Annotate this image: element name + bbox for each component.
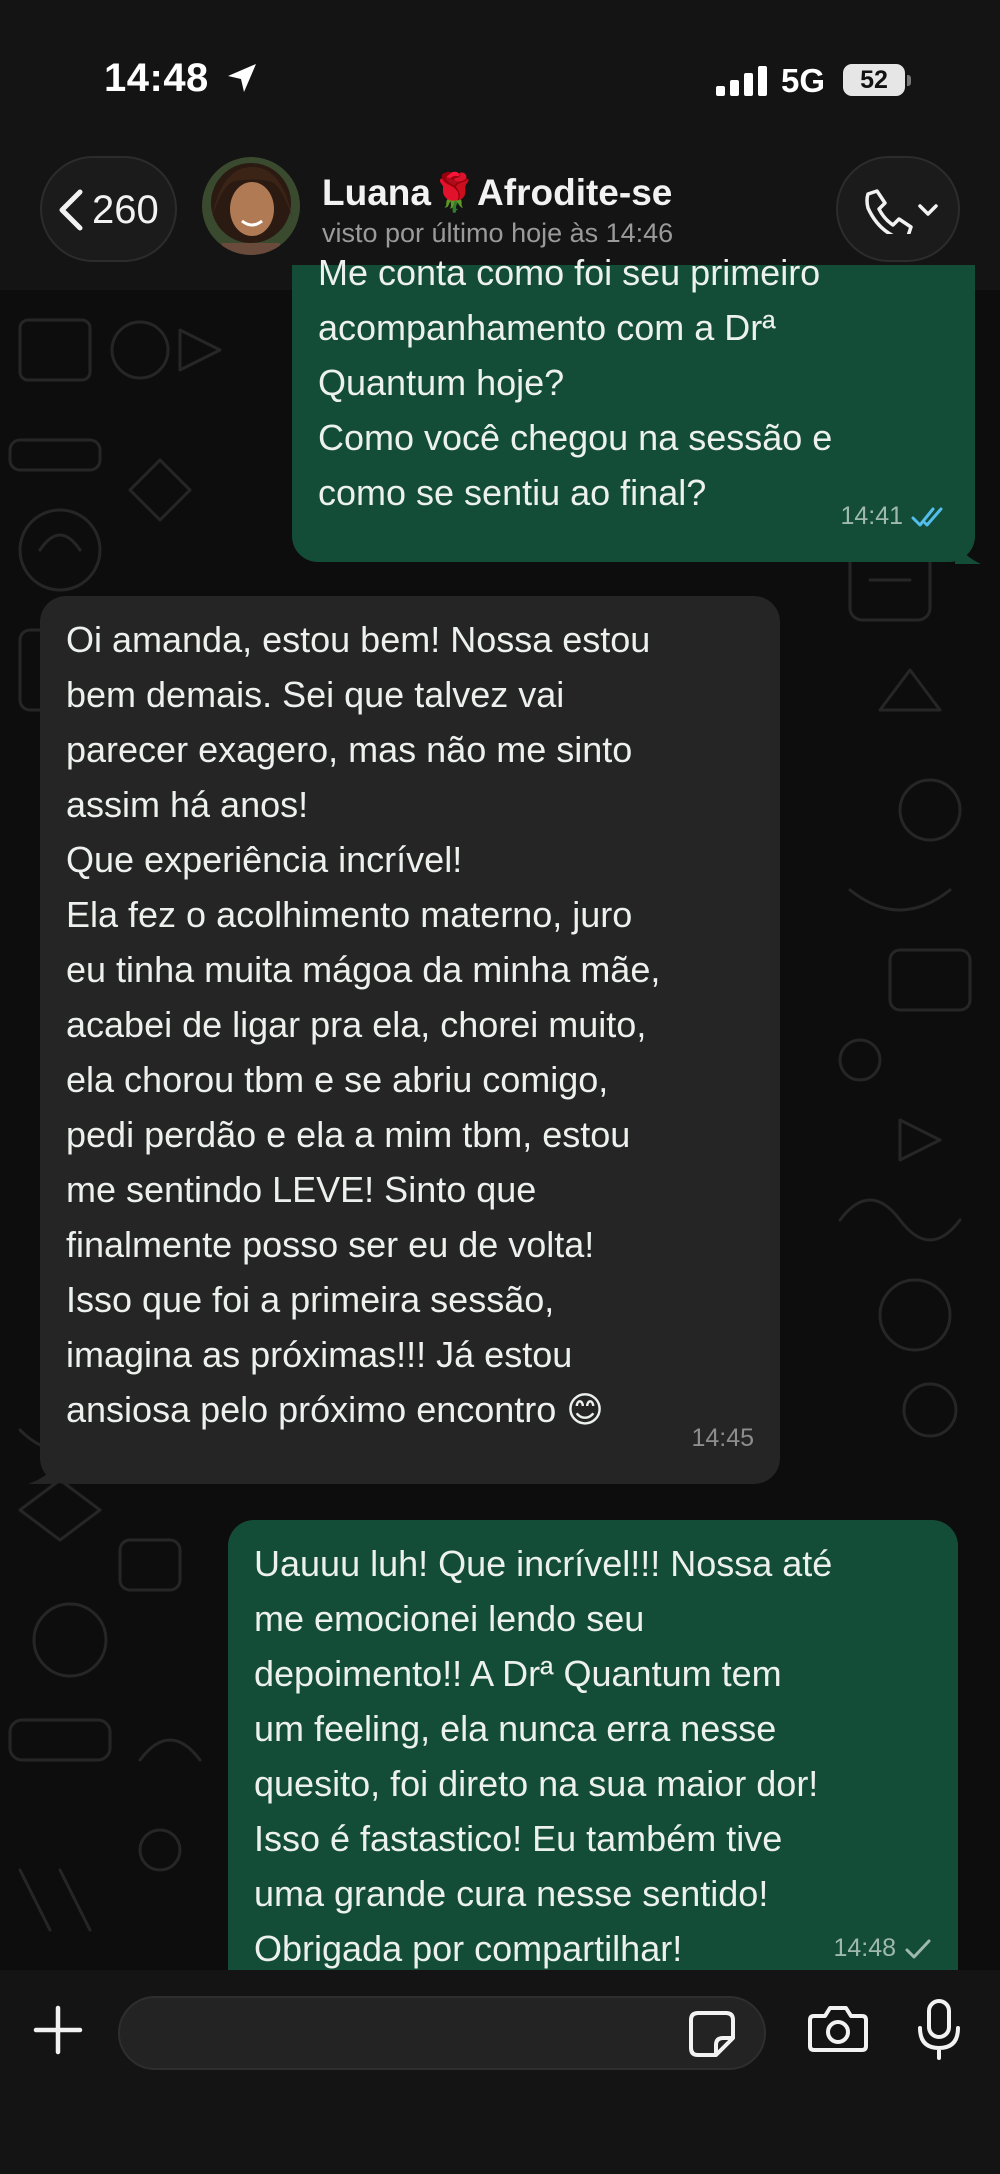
message-text: Uauuu luh! Que incrível!!! Nossa até me …: [254, 1536, 932, 1976]
message-meta: 14:41: [840, 489, 949, 544]
message-incoming[interactable]: Oi amanda, estou bem! Nossa estou bem de…: [40, 596, 780, 1484]
message-line: Ela fez o acolhimento materno, juro: [66, 894, 633, 935]
message-text: Me conta como foi seu primeiro acompanha…: [318, 245, 949, 520]
chevron-down-icon: [918, 204, 938, 216]
message-line: imagina as próximas!!! Já estou: [66, 1334, 573, 1375]
message-meta: 14:45: [691, 1411, 754, 1466]
message-text: Oi amanda, estou bem! Nossa estou bem de…: [66, 612, 754, 1437]
message-line: Me conta como foi seu primeiro: [318, 252, 821, 293]
back-button[interactable]: 260: [40, 156, 177, 262]
status-time: 14:48: [104, 56, 209, 100]
message-line: Obrigada por compartilhar!: [254, 1928, 683, 1969]
battery-tip: [907, 75, 911, 86]
message-input-bar: [0, 1970, 1000, 2174]
message-line: acabei de ligar pra ela, chorei muito,: [66, 1004, 647, 1045]
contact-name-suffix: Afrodite-se: [477, 172, 673, 213]
message-line: depoimento!! A Drª Quantum tem: [254, 1653, 782, 1694]
message-line: acompanhamento com a Drª: [318, 307, 776, 348]
phone-icon: [865, 189, 938, 234]
message-input[interactable]: [118, 1996, 766, 2070]
sticker-icon[interactable]: [688, 2010, 736, 2058]
message-line: um feeling, ela nunca erra nesse: [254, 1708, 777, 1749]
message-line: Que experiência incrível!: [66, 839, 463, 880]
message-line: me emocionei lendo seu: [254, 1598, 645, 1639]
rose-emoji: 🌹: [430, 172, 478, 213]
message-line: me sentindo LEVE! Sinto que: [66, 1169, 537, 1210]
message-line: quesito, foi direto na sua maior dor!: [254, 1763, 819, 1804]
message-line: finalmente posso ser eu de volta!: [66, 1224, 595, 1265]
message-meta: 14:48: [833, 1921, 932, 1976]
message-line: Isso é fastastico! Eu também tive: [254, 1818, 783, 1859]
message-line: eu tinha muita mágoa da minha mãe,: [66, 949, 661, 990]
network-type: 5G: [781, 62, 826, 99]
message-line: pedi perdão e ela a mim tbm, estou: [66, 1114, 631, 1155]
message-line: bem demais. Sei que talvez vai: [66, 674, 565, 715]
double-check-icon: [911, 507, 943, 526]
camera-icon[interactable]: [808, 2004, 868, 2052]
message-line: uma grande cura nesse sentido!: [254, 1873, 769, 1914]
message-line: Como você chegou na sessão e: [318, 417, 833, 458]
message-line: ansiosa pelo próximo encontro 😊: [66, 1389, 604, 1430]
contact-name[interactable]: Luana🌹Afrodite-se: [322, 172, 672, 215]
message-time: 14:41: [840, 502, 903, 530]
message-outgoing[interactable]: Me conta como foi seu primeiro acompanha…: [292, 252, 975, 562]
battery-indicator: 52: [843, 64, 905, 96]
location-arrow-icon: [228, 64, 256, 92]
microphone-icon[interactable]: [916, 1998, 962, 2062]
chevron-left-icon: [59, 189, 83, 231]
message-line: Uauuu luh! Que incrível!!! Nossa até: [254, 1543, 833, 1584]
message-line: Oi amanda, estou bem! Nossa estou: [66, 619, 651, 660]
unread-chats-count: 260: [92, 188, 159, 232]
message-line: Isso que foi a primeira sessão,: [66, 1279, 555, 1320]
message-line: ela chorou tbm e se abriu comigo,: [66, 1059, 609, 1100]
check-icon: [905, 1939, 931, 1958]
message-outgoing[interactable]: Uauuu luh! Que incrível!!! Nossa até me …: [228, 1520, 958, 1980]
contact-first-name: Luana: [322, 172, 431, 213]
contact-avatar[interactable]: [202, 157, 300, 255]
message-time: 14:48: [833, 1934, 896, 1962]
message-line: Quantum hoje?: [318, 362, 565, 403]
signal-icon: [716, 66, 767, 96]
status-bar: 14:48 5G 52: [0, 0, 1000, 150]
message-line: assim há anos!: [66, 784, 309, 825]
plus-icon[interactable]: [30, 2002, 86, 2058]
message-line: parecer exagero, mas não me sinto: [66, 729, 633, 770]
message-time: 14:45: [691, 1424, 754, 1452]
